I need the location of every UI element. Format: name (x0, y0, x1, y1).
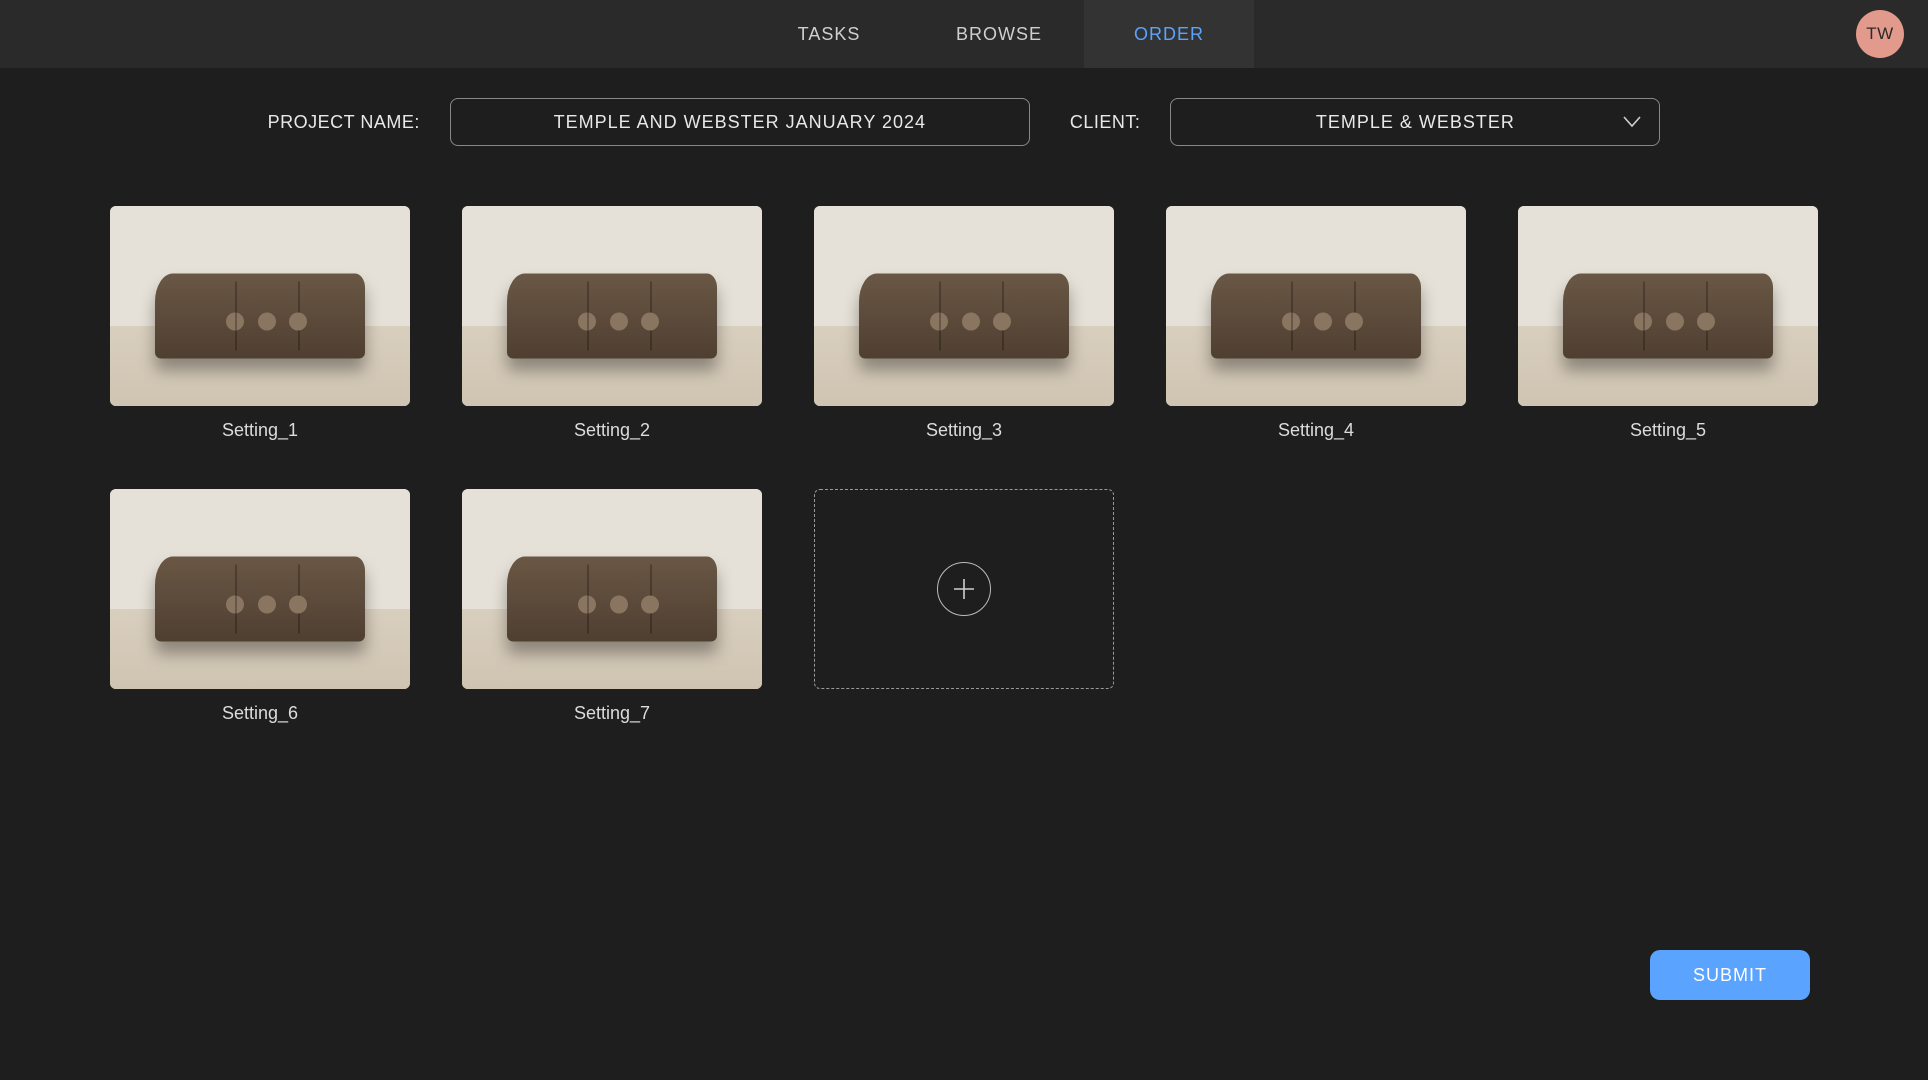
tab-order[interactable]: ORDER (1084, 0, 1254, 68)
setting-label: Setting_2 (574, 420, 650, 441)
client-select-value: TEMPLE & WEBSTER (1316, 112, 1515, 133)
tab-browse[interactable]: BROWSE (914, 0, 1084, 68)
project-form-row: PROJECT NAME: CLIENT: TEMPLE & WEBSTER (0, 68, 1928, 166)
client-label: CLIENT: (1070, 112, 1141, 133)
setting-card[interactable]: Setting_7 (462, 489, 762, 724)
setting-card[interactable]: Setting_4 (1166, 206, 1466, 441)
avatar[interactable]: TW (1856, 10, 1904, 58)
tab-tasks[interactable]: TASKS (744, 0, 914, 68)
setting-label: Setting_5 (1630, 420, 1706, 441)
plus-icon (937, 562, 991, 616)
add-setting-button[interactable] (814, 489, 1114, 689)
chevron-down-icon (1623, 116, 1641, 128)
setting-thumbnail (110, 489, 410, 689)
setting-card[interactable]: Setting_5 (1518, 206, 1818, 441)
setting-label: Setting_6 (222, 703, 298, 724)
setting-thumbnail (462, 489, 762, 689)
setting-label: Setting_1 (222, 420, 298, 441)
project-name-group: PROJECT NAME: (268, 98, 1030, 146)
submit-button[interactable]: SUBMIT (1650, 950, 1810, 1000)
setting-thumbnail (462, 206, 762, 406)
settings-grid: Setting_1 Setting_2 Setting_3 Setting_4 … (0, 166, 1928, 724)
project-name-label: PROJECT NAME: (268, 112, 420, 133)
setting-label: Setting_4 (1278, 420, 1354, 441)
setting-label: Setting_3 (926, 420, 1002, 441)
setting-label: Setting_7 (574, 703, 650, 724)
setting-thumbnail (110, 206, 410, 406)
nav-tabs: TASKS BROWSE ORDER (744, 0, 1254, 68)
setting-thumbnail (1518, 206, 1818, 406)
setting-thumbnail (1166, 206, 1466, 406)
setting-thumbnail (814, 206, 1114, 406)
client-group: CLIENT: TEMPLE & WEBSTER (1070, 98, 1661, 146)
client-select[interactable]: TEMPLE & WEBSTER (1170, 98, 1660, 146)
setting-card[interactable]: Setting_1 (110, 206, 410, 441)
setting-card[interactable]: Setting_6 (110, 489, 410, 724)
top-nav-bar: TASKS BROWSE ORDER TW (0, 0, 1928, 68)
setting-card[interactable]: Setting_2 (462, 206, 762, 441)
setting-card[interactable]: Setting_3 (814, 206, 1114, 441)
project-name-input[interactable] (450, 98, 1030, 146)
